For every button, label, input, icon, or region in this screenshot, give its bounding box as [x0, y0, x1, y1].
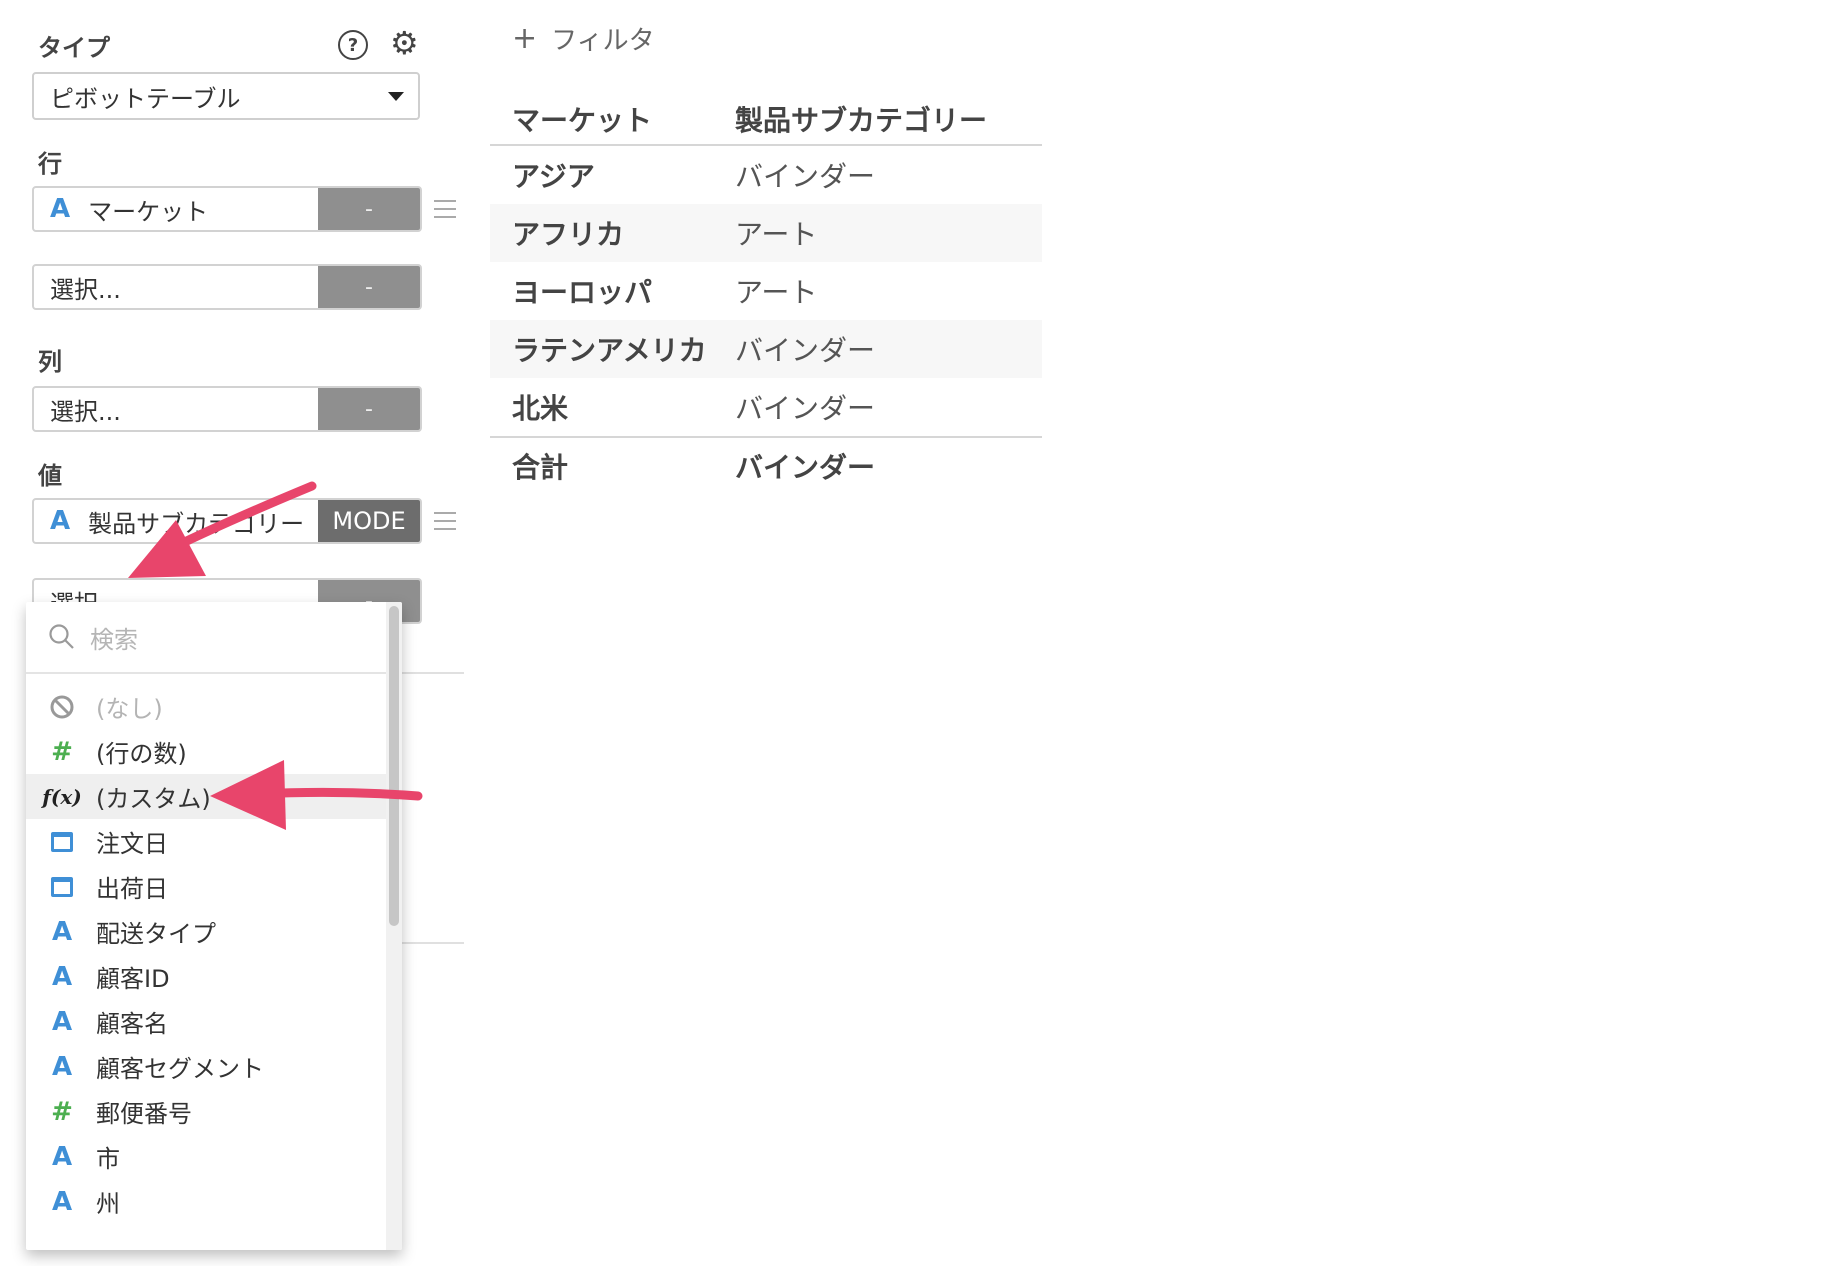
- annotation-arrows: [128, 481, 423, 830]
- arrow-to-select-head: [128, 520, 206, 578]
- arrow-to-custom-head: [210, 760, 286, 830]
- arrow-to-select-icon: [167, 481, 317, 553]
